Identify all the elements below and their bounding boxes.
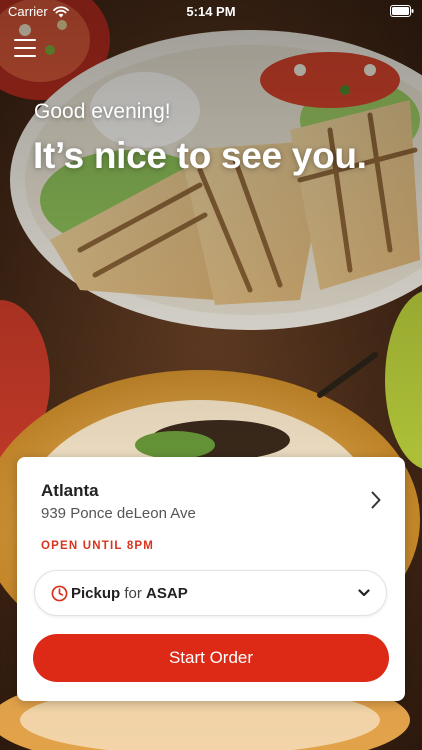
status-bar: Carrier 5:14 PM [0,0,422,22]
location-city: Atlanta [41,481,99,500]
location-address: 939 Ponce deLeon Ave [41,505,196,522]
location-card: Atlanta 939 Ponce deLeon Ave OPEN UNTIL … [17,457,405,701]
pickup-time: ASAP [146,585,188,602]
menu-line [14,39,36,41]
status-time: 5:14 PM [186,4,236,19]
store-hours-status: OPEN UNTIL 8PM [41,540,155,552]
start-order-button[interactable]: Start Order [33,634,389,682]
welcome-headline: It’s nice to see you. [33,135,367,176]
menu-line [14,47,36,49]
app-screen: Carrier 5:14 PM Good evening! It’s nice … [0,0,422,750]
clock-icon [51,585,68,602]
pickup-connector: for [124,585,142,602]
battery-icon [390,5,414,17]
menu-line [14,55,36,57]
chevron-down-icon [358,589,370,597]
pickup-time-selector[interactable]: Pickup for ASAP [34,570,387,616]
greeting-text: Good evening! [34,100,171,123]
chevron-right-icon [371,491,381,509]
pickup-summary: Pickup for ASAP [71,585,188,602]
location-selector[interactable]: Atlanta 939 Ponce deLeon Ave [17,457,405,537]
pickup-mode: Pickup [71,585,121,602]
hamburger-menu-icon[interactable] [14,38,36,58]
